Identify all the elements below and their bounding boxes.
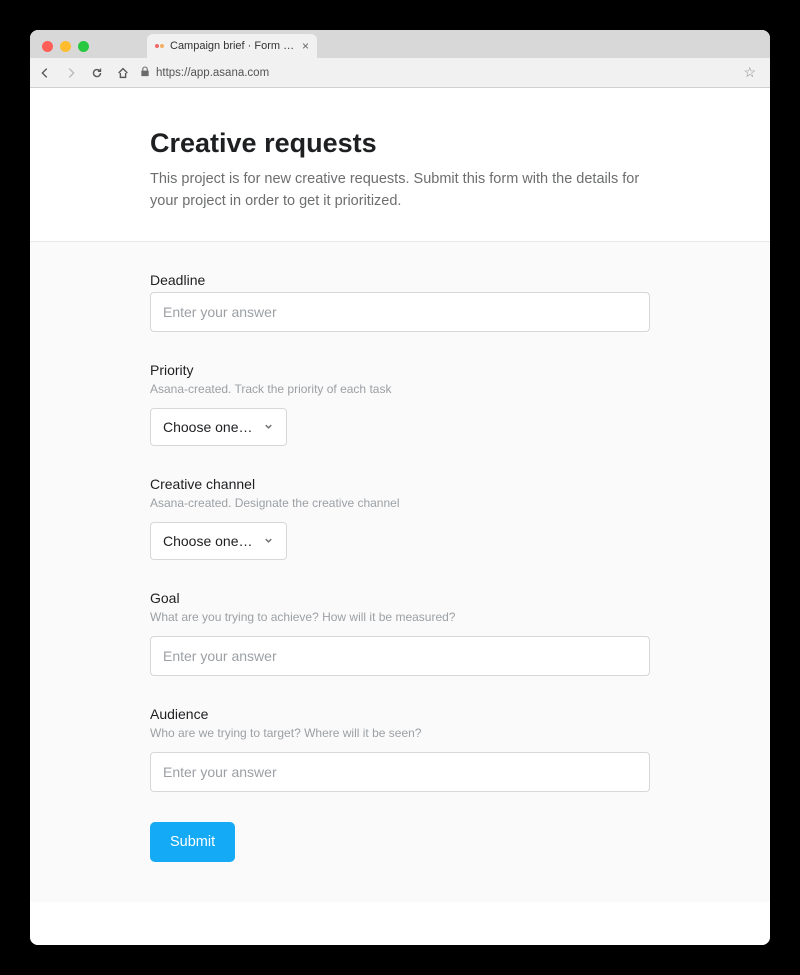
- address-bar[interactable]: https://app.asana.com ☆: [140, 64, 762, 81]
- submit-button[interactable]: Submit: [150, 822, 235, 862]
- goal-input[interactable]: [150, 636, 650, 676]
- maximize-window-icon[interactable]: [78, 41, 89, 52]
- form-header: Creative requests This project is for ne…: [30, 88, 770, 242]
- chevron-down-icon: [263, 419, 274, 435]
- lock-icon: [140, 66, 150, 80]
- field-description: Asana-created. Designate the creative ch…: [150, 496, 650, 510]
- home-icon[interactable]: [116, 66, 130, 80]
- browser-tab[interactable]: Campaign brief · Form by As ×: [147, 34, 317, 58]
- creative-channel-select[interactable]: Choose one…: [150, 522, 287, 560]
- page-content: Creative requests This project is for ne…: [30, 88, 770, 945]
- page-description: This project is for new creative request…: [150, 169, 650, 213]
- chevron-down-icon: [263, 533, 274, 549]
- field-label: Goal: [150, 590, 650, 606]
- field-priority: Priority Asana-created. Track the priori…: [150, 362, 650, 446]
- close-window-icon[interactable]: [42, 41, 53, 52]
- bookmark-star-icon[interactable]: ☆: [743, 64, 762, 81]
- select-value: Choose one…: [163, 419, 253, 435]
- page-title: Creative requests: [150, 128, 650, 159]
- priority-select[interactable]: Choose one…: [150, 408, 287, 446]
- field-goal: Goal What are you trying to achieve? How…: [150, 590, 650, 676]
- audience-input[interactable]: [150, 752, 650, 792]
- field-creative-channel: Creative channel Asana-created. Designat…: [150, 476, 650, 560]
- tab-strip: Campaign brief · Form by As ×: [30, 30, 770, 58]
- form-body: Deadline Priority Asana-created. Track t…: [30, 242, 770, 902]
- url-text: https://app.asana.com: [156, 67, 269, 79]
- forward-icon: [64, 66, 78, 80]
- window-controls: [38, 41, 97, 58]
- field-label: Deadline: [150, 272, 650, 288]
- field-audience: Audience Who are we trying to target? Wh…: [150, 706, 650, 792]
- field-deadline: Deadline: [150, 272, 650, 332]
- field-description: Who are we trying to target? Where will …: [150, 726, 650, 740]
- field-description: What are you trying to achieve? How will…: [150, 610, 650, 624]
- browser-toolbar: https://app.asana.com ☆: [30, 58, 770, 88]
- select-value: Choose one…: [163, 533, 253, 549]
- browser-window: Campaign brief · Form by As × https://ap…: [30, 30, 770, 945]
- close-tab-icon[interactable]: ×: [302, 40, 309, 52]
- field-description: Asana-created. Track the priority of eac…: [150, 382, 650, 396]
- tab-title: Campaign brief · Form by As: [170, 40, 296, 52]
- deadline-input[interactable]: [150, 292, 650, 332]
- field-label: Priority: [150, 362, 650, 378]
- asana-favicon: [155, 44, 164, 48]
- field-label: Audience: [150, 706, 650, 722]
- back-icon[interactable]: [38, 66, 52, 80]
- reload-icon[interactable]: [90, 66, 104, 80]
- field-label: Creative channel: [150, 476, 650, 492]
- minimize-window-icon[interactable]: [60, 41, 71, 52]
